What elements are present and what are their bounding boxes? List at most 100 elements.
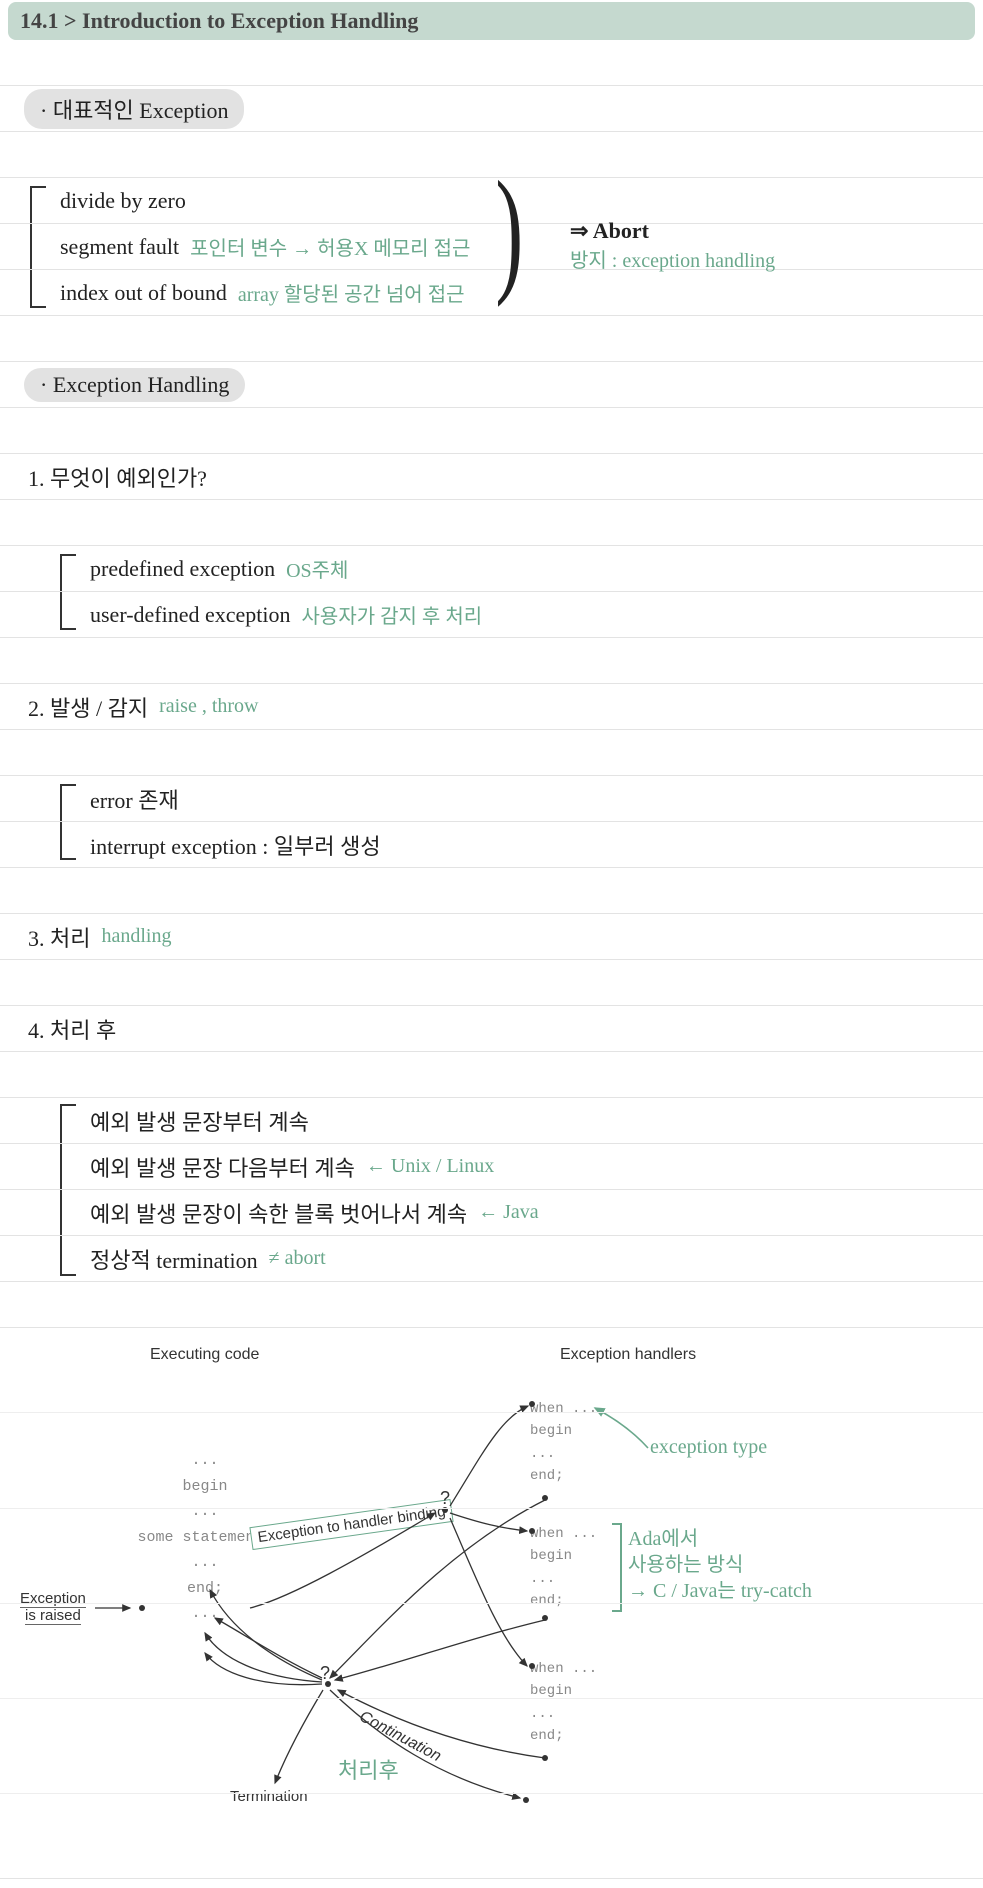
code-line: when ... <box>530 1658 597 1680</box>
rule-line <box>0 1412 983 1413</box>
list-item: 예외 발생 문장 다음부터 계속 ← Unix / Linux <box>0 1144 983 1190</box>
code-line: when ... <box>530 1523 597 1545</box>
item-note: ← Java <box>478 1201 539 1224</box>
item-main: index out of bound <box>60 280 227 306</box>
section-header: 14.1 > Introduction to Exception Handlin… <box>8 2 975 40</box>
item-main: 예외 발생 문장부터 계속 <box>90 1105 309 1137</box>
list-item: segment fault 포인터 변수 → 허용X 메모리 접근 <box>0 224 983 270</box>
item-main: 정상적 termination <box>90 1243 258 1275</box>
list-item: index out of bound array 할당된 공간 넘어 접근 <box>0 270 983 316</box>
item-main: user-defined exception <box>90 602 291 628</box>
list-item: interrupt exception : 일부러 생성 <box>0 822 983 868</box>
annot-line: 사용하는 방식 <box>628 1552 812 1578</box>
annot-line: → C / Java는 try-catch <box>628 1578 812 1604</box>
subsection-pill: · 대표적인 Exception <box>24 89 244 129</box>
code-line: ... <box>530 1568 597 1590</box>
item-main: interrupt exception : 일부러 생성 <box>90 829 381 861</box>
rule-line <box>0 638 983 684</box>
annot-line: Ada에서 <box>628 1526 812 1552</box>
handler-block: when ... begin ... end; <box>530 1658 597 1748</box>
rule-line <box>0 1793 983 1794</box>
rule-line <box>0 868 983 914</box>
code-line: ... <box>130 1448 280 1474</box>
list-item: 예외 발생 문장이 속한 블록 벗어나서 계속 ← Java <box>0 1190 983 1236</box>
list-item: user-defined exception 사용자가 감지 후 처리 <box>0 592 983 638</box>
diagram-left-title: Executing code <box>150 1346 259 1364</box>
rule-line <box>0 1878 983 1879</box>
diagram-right-title: Exception handlers <box>560 1346 696 1364</box>
exception-flow-diagram: Executing code Exception handlers ... be… <box>0 1328 983 1888</box>
item-note: ≠ abort <box>269 1247 326 1270</box>
code-line: ... <box>530 1703 597 1725</box>
rule-line <box>0 1698 983 1699</box>
code-line: ... <box>530 1443 597 1465</box>
subsection-pill: · Exception Handling <box>24 368 245 402</box>
rule-line <box>0 1282 983 1328</box>
item-note: ← Unix / Linux <box>366 1155 494 1178</box>
annot-after-processing: 처리후 <box>338 1753 399 1785</box>
right-bracket-icon <box>612 1523 622 1612</box>
q2-group: error 존재 interrupt exception : 일부러 생성 <box>0 776 983 868</box>
rule-line: · 대표적인 Exception <box>0 86 983 132</box>
numbered-item: 2. 발생 / 감지 raise , throw <box>0 684 983 730</box>
rule-line <box>0 1508 983 1509</box>
handler-block: when ... begin ... end; <box>530 1523 597 1613</box>
code-line: ... <box>130 1550 280 1576</box>
numbered-item: 4. 처리 후 <box>0 1006 983 1052</box>
exception-raised-label: Exception is raised <box>20 1590 86 1624</box>
label-text: Exception <box>20 1590 86 1608</box>
termination-label: Termination <box>230 1788 308 1805</box>
q-mark: ? <box>320 1663 330 1684</box>
code-line: end; <box>530 1590 597 1612</box>
list-item: predefined exception OS주체 <box>0 546 983 592</box>
code-line: ... <box>130 1601 280 1627</box>
rule-line <box>0 730 983 776</box>
list-item: 정상적 termination ≠ abort <box>0 1236 983 1282</box>
abort-arrow: ⇒ Abort <box>570 218 775 244</box>
q1-group: predefined exception OS주체 user-defined e… <box>0 546 983 638</box>
rule-line: · Exception Handling <box>0 362 983 408</box>
rule-line <box>0 960 983 1006</box>
code-line: end; <box>530 1465 597 1487</box>
rule-line <box>0 1603 983 1604</box>
item-main: predefined exception <box>90 556 275 582</box>
list-item: 예외 발생 문장부터 계속 <box>0 1098 983 1144</box>
rule-line <box>0 132 983 178</box>
numbered-item: 3. 처리 handling <box>0 914 983 960</box>
item-main: 예외 발생 문장이 속한 블록 벗어나서 계속 <box>90 1197 467 1229</box>
item-main: 3. 처리 <box>28 921 90 953</box>
numbered-item: 1. 무엇이 예외인가? <box>0 454 983 500</box>
rule-line <box>0 408 983 454</box>
code-line: end; <box>130 1576 280 1602</box>
q4-group: 예외 발생 문장부터 계속 예외 발생 문장 다음부터 계속 ← Unix / … <box>0 1098 983 1282</box>
item-main: segment fault <box>60 234 179 260</box>
code-line: begin <box>130 1474 280 1500</box>
code-line: begin <box>530 1420 597 1442</box>
item-main: 2. 발생 / 감지 <box>28 691 148 723</box>
item-note: 사용자가 감지 후 처리 <box>302 600 483 629</box>
rule-line <box>0 40 983 86</box>
code-line: ... <box>130 1499 280 1525</box>
code-line: begin <box>530 1545 597 1567</box>
q-mark: ? <box>440 1488 450 1509</box>
code-line: end; <box>530 1725 597 1747</box>
rule-line <box>0 1052 983 1098</box>
paren-icon: ) <box>496 168 524 294</box>
list-item: error 존재 <box>0 776 983 822</box>
binding-label-box: Exception to handler binding <box>249 1499 454 1550</box>
list-item: divide by zero <box>0 178 983 224</box>
item-note: 포인터 변수 → 허용X 메모리 접근 <box>190 232 470 261</box>
exception-examples-group: divide by zero segment fault 포인터 변수 → 허용… <box>0 178 983 316</box>
item-note: raise , throw <box>159 695 258 718</box>
label-text: is raised <box>25 1607 81 1625</box>
item-main: 예외 발생 문장 다음부터 계속 <box>90 1151 355 1183</box>
abort-subnote: 방지 : exception handling <box>570 244 775 273</box>
rule-line <box>0 316 983 362</box>
annot-exception-type: exception type <box>650 1436 767 1459</box>
page: 14.1 > Introduction to Exception Handlin… <box>0 2 983 1888</box>
item-note: array 할당된 공간 넘어 접근 <box>238 278 465 307</box>
abort-note: ⇒ Abort 방지 : exception handling <box>570 218 775 273</box>
item-note: handling <box>101 925 171 948</box>
code-line: begin <box>530 1680 597 1702</box>
item-main: divide by zero <box>60 188 186 214</box>
